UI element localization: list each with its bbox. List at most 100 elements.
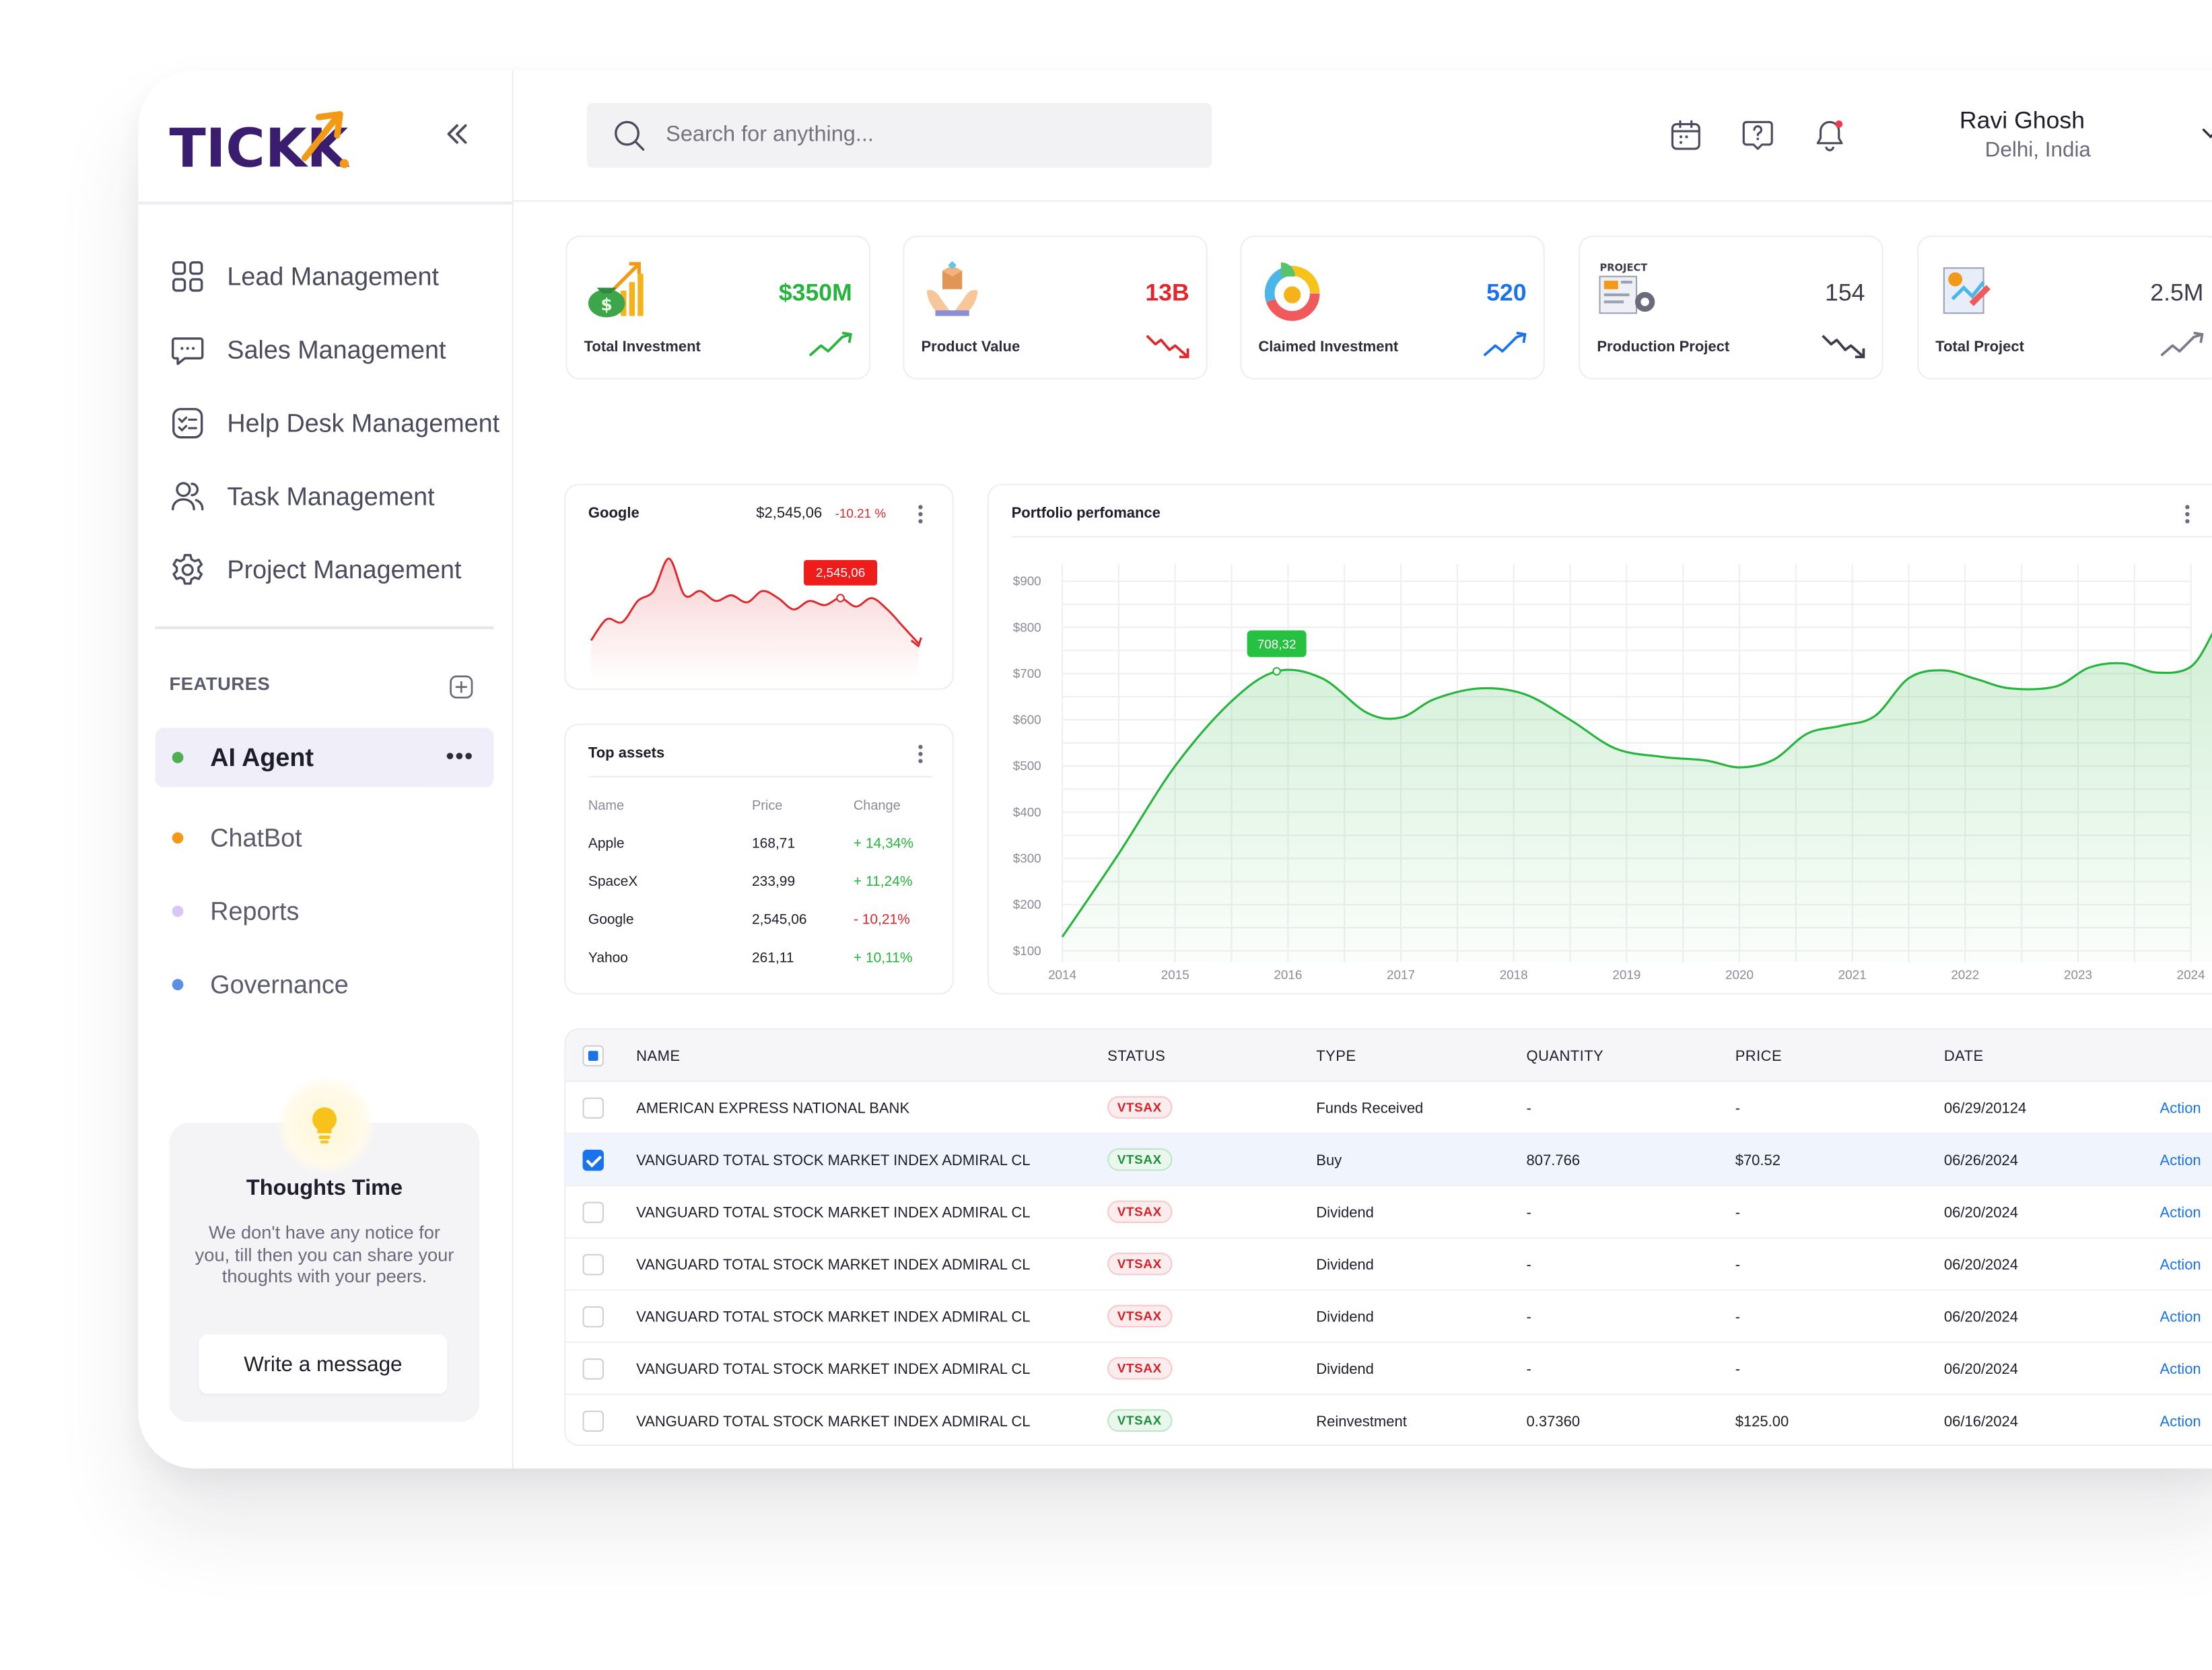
stat-card-total-investment[interactable]: $ $350M Total Investment — [565, 235, 871, 380]
sidebar: TICKK Lead Management Sales Management H… — [138, 70, 514, 1469]
table-row[interactable]: VANGUARD TOTAL STOCK MARKET INDEX ADMIRA… — [565, 1291, 2212, 1344]
action-link[interactable]: Action — [2160, 1414, 2201, 1430]
x-tick-label: 2018 — [1500, 967, 1528, 981]
trend-up-icon — [808, 331, 852, 357]
row-checkbox[interactable] — [582, 1202, 604, 1223]
search-bar[interactable] — [586, 102, 1212, 168]
card-title: Portfolio perfomance — [1011, 505, 1161, 522]
column-header-quantity[interactable]: QUANTITY — [1527, 1048, 1604, 1065]
notification-bell-icon[interactable] — [1811, 117, 1848, 153]
table-row[interactable]: SpaceX 233,99 + 11,24% — [588, 864, 913, 902]
column-header-status[interactable]: STATUS — [1107, 1048, 1165, 1065]
thoughts-title: Thoughts Time — [246, 1176, 403, 1201]
write-message-button[interactable]: Write a message — [199, 1334, 448, 1394]
row-checkbox[interactable] — [582, 1410, 604, 1432]
sidebar-item-task-management[interactable]: Task Management — [169, 460, 508, 533]
table-row[interactable]: AMERICAN EXPRESS NATIONAL BANK Funds Rece… — [565, 1082, 2212, 1134]
chevron-down-icon[interactable] — [2201, 127, 2212, 141]
tooltip-label: 708,32 — [1257, 637, 1297, 652]
portfolio-performance-card: Portfolio perfomance $100 $200 $300 $400 $50… — [987, 483, 2212, 995]
table-row[interactable]: VANGUARD TOTAL STOCK MARKET INDEX ADMIRA… — [565, 1239, 2212, 1291]
status-badge: VTSAX — [1107, 1357, 1172, 1380]
trend-up-icon — [2160, 331, 2204, 357]
project-document-icon: PROJECT — [1599, 262, 1655, 314]
row-checkbox[interactable] — [582, 1149, 604, 1171]
table-row[interactable]: VANGUARD TOTAL STOCK MARKET INDEX ADMIRA… — [565, 1134, 2212, 1187]
transaction-name: VANGUARD TOTAL STOCK MARKET INDEX ADMIRA… — [636, 1413, 1031, 1431]
x-tick-label: 2020 — [1725, 967, 1754, 981]
add-feature-icon[interactable] — [448, 674, 474, 700]
feature-item-reports[interactable]: Reports — [155, 874, 494, 948]
collapse-sidebar-icon[interactable] — [438, 116, 474, 152]
sidebar-item-sales-management[interactable]: Sales Management — [169, 313, 508, 386]
y-tick-label: $500 — [1013, 759, 1041, 773]
transaction-name: VANGUARD TOTAL STOCK MARKET INDEX ADMIRA… — [636, 1361, 1031, 1379]
sidebar-divider — [155, 626, 494, 629]
column-header-type[interactable]: TYPE — [1316, 1048, 1356, 1065]
y-tick-label: $600 — [1013, 713, 1041, 727]
table-row[interactable]: Yahoo 261,11 + 10,11% — [588, 940, 913, 978]
row-checkbox[interactable] — [582, 1358, 604, 1380]
sidebar-item-label: Sales Management — [227, 335, 446, 363]
y-tick-label: $200 — [1013, 897, 1041, 911]
action-link[interactable]: Action — [2160, 1361, 2201, 1378]
y-tick-label: $800 — [1013, 620, 1041, 634]
column-header-name[interactable]: NAME — [636, 1048, 680, 1065]
transactions-table: NAME STATUS TYPE QUANTITY PRICE DATE AME… — [564, 1028, 2212, 1447]
stat-card-claimed-investment[interactable]: 520 Claimed Investment — [1240, 235, 1545, 380]
table-row[interactable]: Google 2,545,06 - 10,21% — [588, 901, 913, 940]
action-link[interactable]: Action — [2160, 1101, 2201, 1117]
table-row[interactable]: Apple 168,71 + 14,34% — [588, 825, 913, 864]
more-options-icon[interactable]: ••• — [446, 745, 475, 771]
transaction-price: - — [1735, 1309, 1741, 1326]
transaction-name: VANGUARD TOTAL STOCK MARKET INDEX ADMIRA… — [636, 1309, 1031, 1326]
feature-item-ai-agent[interactable]: AI Agent ••• — [155, 728, 494, 788]
trend-down-icon — [1822, 335, 1865, 359]
feature-item-chatbot[interactable]: ChatBot — [155, 801, 494, 874]
table-row[interactable]: VANGUARD TOTAL STOCK MARKET INDEX ADMIRA… — [565, 1186, 2212, 1239]
more-options-icon[interactable] — [918, 505, 924, 524]
transaction-quantity: - — [1526, 1361, 1531, 1379]
search-input[interactable] — [666, 123, 1174, 149]
table-row[interactable]: VANGUARD TOTAL STOCK MARKET INDEX ADMIRA… — [565, 1395, 2212, 1445]
asset-name: SpaceX — [588, 874, 638, 891]
transaction-date: 06/29/20124 — [1943, 1100, 2027, 1117]
more-options-icon[interactable] — [918, 744, 924, 765]
more-options-icon[interactable] — [2185, 505, 2190, 524]
status-badge: VTSAX — [1107, 1252, 1172, 1276]
action-link[interactable]: Action — [2160, 1309, 2201, 1326]
feature-item-governance[interactable]: Governance — [155, 948, 494, 1021]
column-header: Change — [853, 798, 901, 814]
google-change: -10.21 % — [835, 506, 887, 521]
status-dot — [172, 979, 184, 991]
calendar-icon[interactable] — [1667, 117, 1704, 153]
stat-value: $350M — [778, 279, 852, 306]
stat-card-total-project[interactable]: 2.5M Total Project — [1917, 235, 2212, 380]
table-row[interactable]: VANGUARD TOTAL STOCK MARKET INDEX ADMIRA… — [565, 1343, 2212, 1395]
column-header-date[interactable]: DATE — [1944, 1048, 1984, 1065]
dashboard-window: TICKK Lead Management Sales Management H… — [138, 70, 2212, 1469]
sidebar-item-lead-management[interactable]: Lead Management — [169, 240, 508, 313]
row-checkbox[interactable] — [582, 1097, 604, 1119]
help-chat-icon[interactable] — [1739, 117, 1776, 153]
action-link[interactable]: Action — [2160, 1257, 2201, 1274]
action-link[interactable]: Action — [2160, 1205, 2201, 1222]
action-link[interactable]: Action — [2160, 1152, 2201, 1169]
transaction-date: 06/26/2024 — [1943, 1152, 2019, 1170]
sidebar-item-project-management[interactable]: Project Management — [169, 533, 508, 606]
sidebar-nav: Lead Management Sales Management Help De… — [169, 240, 508, 606]
user-name[interactable]: Ravi Ghosh — [1960, 107, 2085, 135]
row-checkbox[interactable] — [582, 1254, 604, 1276]
column-header-price[interactable]: PRICE — [1735, 1048, 1782, 1065]
trend-down-icon — [1146, 335, 1189, 359]
logo[interactable]: TICKK — [169, 110, 352, 172]
stat-card-production-project[interactable]: PROJECT 154 Production Project — [1579, 235, 1883, 380]
row-checkbox[interactable] — [582, 1306, 604, 1328]
svg-text:PROJECT: PROJECT — [1600, 262, 1648, 273]
y-tick-label: $700 — [1013, 666, 1041, 681]
select-all-checkbox[interactable] — [582, 1045, 604, 1067]
sidebar-item-help-desk-management[interactable]: Help Desk Management — [169, 386, 508, 460]
transaction-quantity: - — [1526, 1204, 1531, 1222]
chart-tooltip: 2,545,06 — [804, 559, 878, 586]
stat-card-product-value[interactable]: 13B Product Value — [903, 235, 1208, 380]
